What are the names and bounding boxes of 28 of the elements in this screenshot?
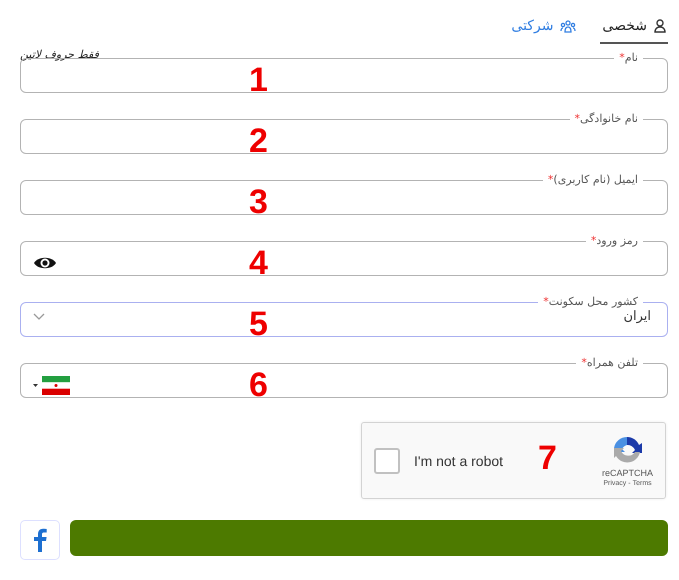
field-label: نام xyxy=(624,51,638,64)
caret-icon xyxy=(33,384,38,386)
country-code-dropdown[interactable] xyxy=(33,376,70,394)
required-asterisk: * xyxy=(543,295,549,308)
required-asterisk: * xyxy=(590,234,596,247)
group-icon xyxy=(560,20,576,32)
eye-icon[interactable] xyxy=(33,255,57,271)
tab[interactable]: شرکتی xyxy=(509,14,578,44)
captcha-checkbox[interactable] xyxy=(374,448,400,474)
select-value[interactable]: ایران xyxy=(623,309,655,324)
tab[interactable]: شخصی xyxy=(600,14,668,44)
facebook-button[interactable] xyxy=(20,520,60,560)
person-icon xyxy=(654,19,666,33)
captcha-label: I'm not a robot xyxy=(414,452,504,468)
recaptcha-brand: reCAPTCHA xyxy=(602,468,653,478)
required-asterisk: * xyxy=(574,112,580,125)
field-label: نام خانوادگی xyxy=(580,112,638,125)
field-label: کشور محل سکونت xyxy=(548,295,638,308)
field-label: رمز ورود xyxy=(596,234,638,247)
required-asterisk: * xyxy=(548,173,554,186)
chevron-down-icon[interactable] xyxy=(33,312,45,320)
required-asterisk: * xyxy=(581,356,587,369)
facebook-icon xyxy=(33,528,47,552)
annotation-number: 7 xyxy=(538,439,557,478)
field-label: تلفن همراه xyxy=(586,356,638,369)
flag-icon xyxy=(42,376,70,394)
required-asterisk: * xyxy=(619,51,625,64)
field-label: ایمیل (نام کاربری) xyxy=(553,173,638,186)
